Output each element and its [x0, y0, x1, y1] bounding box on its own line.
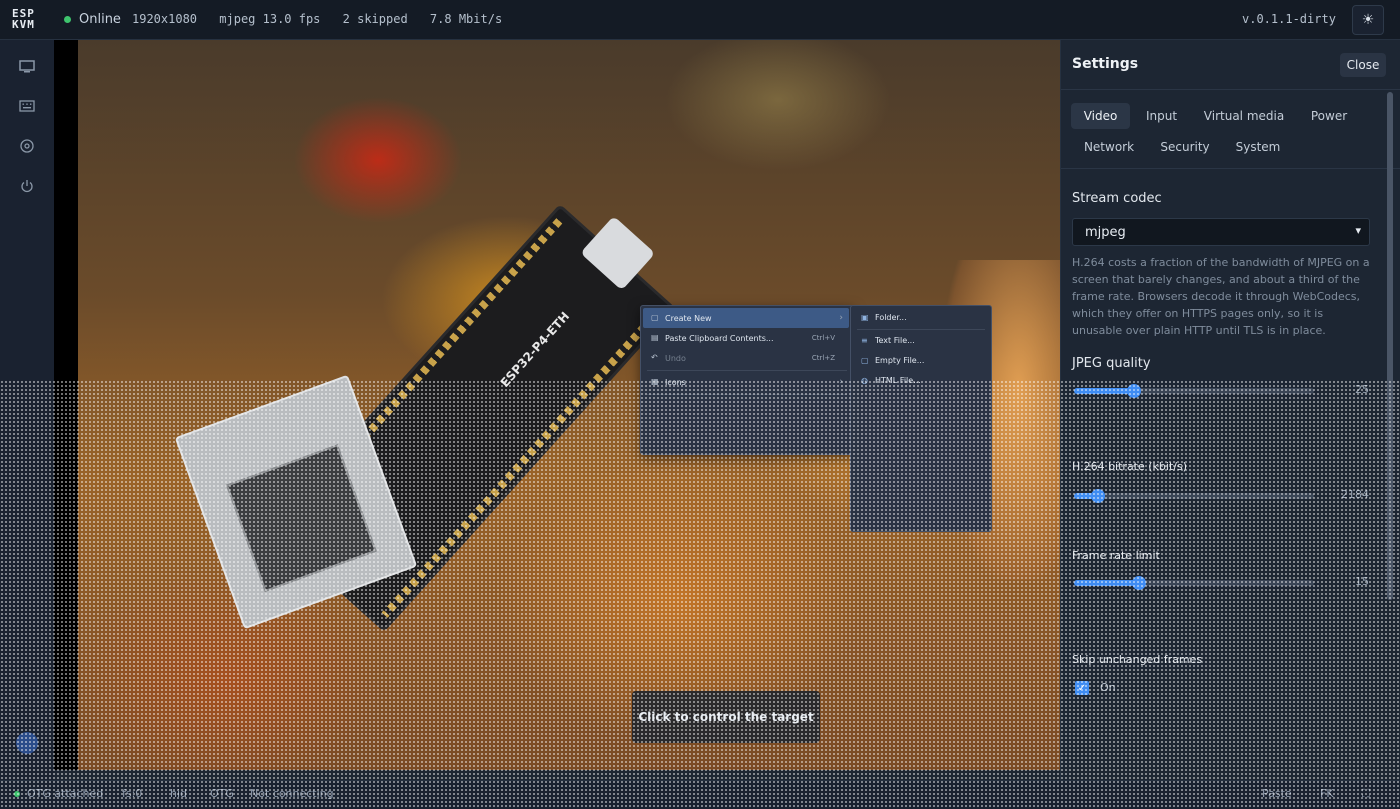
skip-unchanged-checkbox[interactable]: ✓	[1075, 681, 1089, 695]
footer-item: Not connecting	[250, 787, 334, 800]
ethernet-port	[225, 444, 377, 593]
help-icon[interactable]	[16, 732, 38, 754]
top-bar: ESP KVM Online 1920x1080 mjpeg 13.0 fps …	[0, 0, 1400, 40]
new-file-icon: ▢	[651, 313, 659, 322]
online-status-dot	[64, 16, 71, 23]
settings-header: Settings Close	[1061, 40, 1400, 90]
submenu-item-html-file[interactable]: ◍ HTML File...	[853, 371, 987, 390]
menu-item-paste[interactable]: ▤ Paste Clipboard Contents... Ctrl+V	[643, 328, 849, 348]
skip-unchanged-checkbox-label: On	[1100, 681, 1116, 694]
fullscreen-icon[interactable]: ⛶	[1362, 787, 1370, 801]
footer-item: fs:0	[122, 787, 143, 800]
stream-codec-value: mjpeg	[1085, 225, 1126, 240]
tab-security[interactable]: Security	[1155, 134, 1215, 160]
control-hint-overlay[interactable]: Click to control the target	[632, 691, 820, 743]
menu-separator	[647, 394, 847, 395]
stream-stats: 1920x1080 mjpeg 13.0 fps 2 skipped 7.8 M…	[132, 12, 517, 26]
tab-video[interactable]: Video	[1071, 103, 1130, 129]
text-file-icon: ≡	[861, 336, 868, 345]
chevron-right-icon: ›	[839, 377, 843, 387]
skip-unchanged-label: Skip unchanged frames	[1072, 653, 1203, 666]
footer-item: OTG	[210, 787, 234, 800]
h264-bitrate-value: 2184	[1341, 488, 1369, 501]
otg-status: OTG attached	[27, 787, 104, 800]
otg-status-dot	[14, 791, 20, 797]
tab-power[interactable]: Power	[1301, 103, 1357, 129]
bitrate-readout: 7.8 Mbit/s	[429, 12, 503, 26]
frame-rate-value: 15	[1355, 575, 1369, 588]
theme-toggle-button[interactable]: ☀	[1352, 5, 1384, 35]
menu-item-icons[interactable]: ▦ Icons ›	[643, 372, 849, 392]
logo-line-2: KVM	[12, 18, 35, 31]
version-label: v.0.1.1-dirty	[1242, 12, 1336, 26]
h264-bitrate-slider[interactable]	[1074, 489, 1314, 503]
menu-item-create-new[interactable]: ▢ Create New ›	[643, 308, 849, 328]
left-rail	[0, 40, 54, 780]
check-icon: ✓	[1077, 682, 1087, 694]
html-file-icon: ◍	[861, 376, 868, 385]
sun-icon: ☀	[1361, 12, 1375, 28]
settings-panel: Settings Close Video Input Virtual media…	[1060, 40, 1400, 780]
jpeg-quality-label: JPEG quality	[1072, 356, 1151, 371]
menu-separator	[857, 329, 985, 330]
disc-icon[interactable]	[17, 136, 37, 156]
paste-button[interactable]: Paste	[1262, 787, 1292, 800]
skipped-readout: 2 skipped	[342, 12, 408, 26]
power-icon[interactable]	[17, 176, 37, 196]
close-settings-button[interactable]: Close	[1340, 53, 1386, 77]
undo-icon: ↶	[651, 353, 658, 362]
tabs-divider	[1061, 168, 1400, 169]
jpeg-quality-value: 25	[1355, 383, 1369, 396]
settings-scrollbar[interactable]	[1387, 92, 1393, 600]
remote-video[interactable]: ESP32-P4-ETH ▢ Create New › ▤ Paste Clip…	[54, 40, 1060, 770]
tab-input[interactable]: Input	[1136, 103, 1187, 129]
tab-virtual-media[interactable]: Virtual media	[1198, 103, 1290, 129]
frame-rate-slider[interactable]	[1074, 576, 1314, 590]
slider-fill	[1074, 388, 1134, 394]
monitor-icon[interactable]	[17, 57, 37, 77]
stream-codec-label: Stream codec	[1072, 191, 1162, 206]
paste-icon: ▤	[651, 333, 659, 342]
footer-item: hid	[170, 787, 188, 800]
connection-status: Online	[79, 12, 121, 27]
board-label: ESP32-P4-ETH	[497, 309, 573, 390]
jpeg-quality-slider[interactable]	[1074, 384, 1314, 398]
keyboard-layout[interactable]: FK	[1320, 787, 1334, 800]
keyboard-icon[interactable]	[17, 96, 37, 116]
resolution-readout: 1920x1080	[132, 12, 198, 26]
app-logo: ESP KVM	[12, 8, 50, 30]
submenu-item-text-file[interactable]: ≡ Text File...	[853, 331, 987, 350]
create-new-submenu: ▣ Folder... ≡ Text File... ▢ Empty File.…	[850, 305, 992, 532]
settings-title: Settings	[1072, 56, 1139, 72]
submenu-item-empty-file[interactable]: ▢ Empty File...	[853, 351, 987, 370]
grid-icon: ▦	[651, 377, 659, 386]
h264-bitrate-label: H.264 bitrate (kbit/s)	[1072, 460, 1188, 473]
menu-separator	[647, 370, 847, 371]
codec-fps-readout: mjpeg 13.0 fps	[219, 12, 321, 26]
chevron-right-icon: ›	[839, 313, 843, 323]
desktop-context-menu: ▢ Create New › ▤ Paste Clipboard Content…	[640, 305, 854, 455]
bottom-status-bar: OTG attached fs:0 hid OTG Not connecting…	[0, 780, 1400, 809]
tab-system[interactable]: System	[1228, 134, 1288, 160]
frame-rate-label: Frame rate limit	[1072, 549, 1160, 562]
tab-network[interactable]: Network	[1076, 134, 1142, 160]
slider-fill	[1074, 580, 1139, 586]
stream-codec-select[interactable]: mjpeg ▾	[1072, 218, 1370, 246]
submenu-item-folder[interactable]: ▣ Folder...	[853, 308, 987, 327]
slider-knob[interactable]	[1127, 384, 1141, 398]
empty-file-icon: ▢	[861, 356, 869, 365]
menu-item-undo[interactable]: ↶ Undo Ctrl+Z	[643, 348, 849, 368]
slider-knob[interactable]	[1091, 489, 1105, 503]
slider-knob[interactable]	[1131, 576, 1146, 590]
folder-icon: ▣	[861, 313, 869, 322]
codec-help-text: H.264 costs a fraction of the bandwidth …	[1072, 256, 1370, 337]
chevron-down-icon: ▾	[1355, 224, 1361, 237]
